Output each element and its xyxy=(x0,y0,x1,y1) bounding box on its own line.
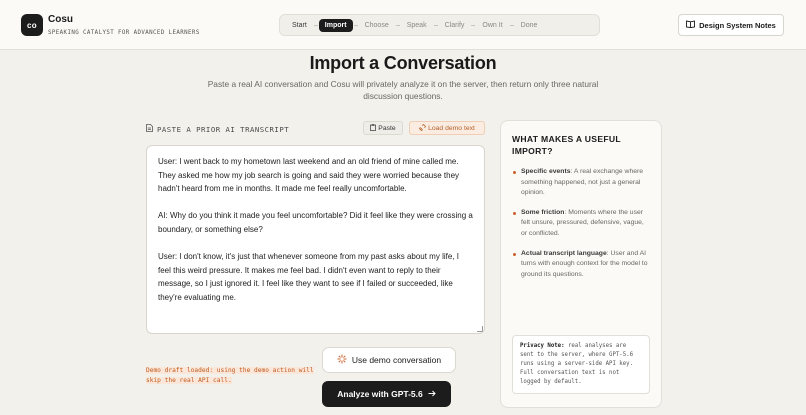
clipboard-icon xyxy=(370,123,377,133)
step-own-it[interactable]: Own It xyxy=(476,19,508,32)
step-separator xyxy=(433,24,438,26)
transcript-section-text: PASTE A PRIOR AI TRANSCRIPT xyxy=(157,124,290,134)
step-done[interactable]: Done xyxy=(515,19,544,32)
load-demo-label: Load demo text xyxy=(428,124,475,132)
app-name: Cosu xyxy=(48,14,73,25)
transcript-textarea[interactable]: User: I went back to my hometown last we… xyxy=(146,145,485,334)
top-bar: co Cosu SPEAKING CATALYST FOR ADVANCED L… xyxy=(0,0,806,50)
tips-list: Specific events: A real exchange where s… xyxy=(512,167,650,280)
link-icon xyxy=(419,123,427,133)
privacy-note: Privacy Note: real analyses are sent to … xyxy=(512,335,650,394)
transcript-paragraph: User: I don't know, it's just that whene… xyxy=(158,252,459,302)
step-choose[interactable]: Choose xyxy=(359,19,395,32)
step-import[interactable]: Import xyxy=(318,18,353,32)
step-separator xyxy=(471,24,476,26)
resize-handle[interactable] xyxy=(477,326,483,332)
progress-stepper: Start Import Choose Speak Clarify Own It… xyxy=(279,14,600,36)
arrow-right-icon xyxy=(428,389,436,399)
privacy-heading: Privacy Note: xyxy=(520,343,565,349)
step-separator xyxy=(313,24,318,26)
step-separator xyxy=(395,24,400,26)
analyze-button[interactable]: Analyze with GPT-5.6 xyxy=(322,381,451,407)
load-demo-text-button[interactable]: Load demo text xyxy=(409,121,485,135)
design-system-notes-button[interactable]: Design System Notes xyxy=(678,14,784,36)
transcript-paragraph: User: I went back to my hometown last we… xyxy=(158,157,460,194)
tip-heading: Some friction xyxy=(521,208,565,216)
app-tagline: SPEAKING CATALYST FOR ADVANCED LEARNERS xyxy=(48,30,200,36)
tip-item: Specific events: A real exchange where s… xyxy=(512,167,650,199)
paste-label: Paste xyxy=(378,124,396,132)
demo-status-note: Demo draft loaded: using the demo action… xyxy=(146,366,314,385)
design-system-notes-label: Design System Notes xyxy=(699,20,776,30)
paste-button[interactable]: Paste xyxy=(363,121,403,135)
sparkle-icon xyxy=(337,354,347,367)
app-logo[interactable]: co xyxy=(21,14,43,36)
demo-status-text: Demo draft loaded: using the demo action… xyxy=(146,367,314,384)
document-icon xyxy=(146,124,153,134)
tip-heading: Specific events xyxy=(521,168,571,175)
page-title: Import a Conversation xyxy=(309,53,497,73)
tips-title: WHAT MAKES A USEFUL IMPORT? xyxy=(512,134,621,156)
tip-heading: Actual transcript language xyxy=(521,249,607,257)
use-demo-conversation-button[interactable]: Use demo conversation xyxy=(322,347,456,373)
privacy-text: real analyses are sent to the server, wh… xyxy=(520,343,633,385)
step-start[interactable]: Start xyxy=(286,19,313,32)
page-subtitle: Paste a real AI conversation and Cosu wi… xyxy=(207,79,599,101)
use-demo-label: Use demo conversation xyxy=(351,355,442,365)
tip-item: Actual transcript language: User and AI … xyxy=(512,249,650,281)
transcript-paragraph: AI: Why do you think it made you feel un… xyxy=(158,211,473,234)
step-separator xyxy=(353,24,358,26)
step-speak[interactable]: Speak xyxy=(401,19,433,32)
analyze-label: Analyze with GPT-5.6 xyxy=(337,389,423,399)
book-open-icon xyxy=(686,20,696,30)
step-separator xyxy=(509,24,514,26)
import-tips-card: WHAT MAKES A USEFUL IMPORT? Specific eve… xyxy=(500,120,662,408)
tip-item: Some friction: Moments where the user fe… xyxy=(512,208,650,240)
step-clarify[interactable]: Clarify xyxy=(439,19,471,32)
transcript-section-label: PASTE A PRIOR AI TRANSCRIPT xyxy=(146,124,289,134)
